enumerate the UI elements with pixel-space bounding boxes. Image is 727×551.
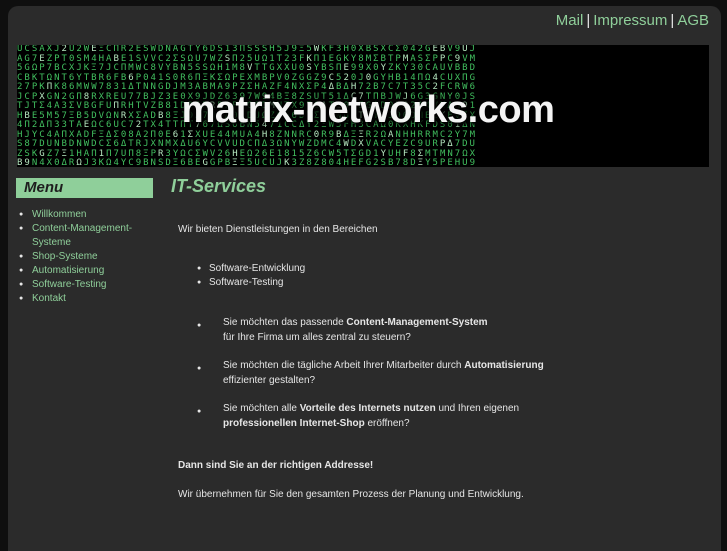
closing-text: Wir übernehmen für Sie den gesamten Proz… <box>178 489 524 500</box>
menu-item-cms: Content-Management-Systeme <box>18 222 153 250</box>
menu-item-kontakt: Kontakt <box>18 292 153 306</box>
question-highlight: Vorteile des Internets nutzen <box>299 403 436 414</box>
menu-link-shop[interactable]: Shop-Systeme <box>32 251 98 262</box>
question-text: eröffnen? <box>364 418 410 429</box>
bullet-icon: ● <box>197 365 202 372</box>
question-highlight: Content-Management-System <box>346 317 488 328</box>
bullet-icon: ● <box>197 322 202 329</box>
menu-link-kontakt[interactable]: Kontakt <box>32 293 66 304</box>
sidebar-menu: Willkommen Content-Management-Systeme Sh… <box>18 208 153 306</box>
services-list: Software-Entwicklung Software-Testing <box>197 262 305 290</box>
impressum-link[interactable]: Impressum <box>593 12 667 29</box>
menu-item-testing: Software-Testing <box>18 278 153 292</box>
intro-text: Wir bieten Dienstleistungen in den Berei… <box>178 224 378 235</box>
menu-link-cms[interactable]: Content-Management-Systeme <box>32 223 132 248</box>
menu-item-automatisierung: Automatisierung <box>18 264 153 278</box>
menu-link-testing[interactable]: Software-Testing <box>32 279 106 290</box>
question-highlight: Automatisierung <box>464 360 544 371</box>
service-item: Software-Entwicklung <box>197 262 305 276</box>
service-item: Software-Testing <box>197 276 305 290</box>
menu-heading: Menu <box>16 178 153 198</box>
link-separator: | <box>586 12 591 29</box>
menu-item-willkommen: Willkommen <box>18 208 153 222</box>
agb-link[interactable]: AGB <box>677 12 709 29</box>
top-links: Mail | Impressum | AGB <box>556 12 709 29</box>
question-text: für Ihre Firma um alles zentral zu steue… <box>223 332 411 343</box>
question-text: Sie möchten die tägliche Arbeit Ihrer Mi… <box>223 360 465 371</box>
question-text: Sie möchten das passende <box>223 317 347 328</box>
page-title: IT-Services <box>171 176 267 196</box>
question-text: effizienter gestalten? <box>223 375 316 386</box>
menu-link-willkommen[interactable]: Willkommen <box>32 209 86 220</box>
menu-link-automatisierung[interactable]: Automatisierung <box>32 265 104 276</box>
call-to-action-text: Dann sind Sie an der richtigen Addresse! <box>178 460 374 471</box>
question-highlight: professionellen Internet-Shop <box>223 418 365 429</box>
main-content: Wir bieten Dienstleistungen in den Berei… <box>178 224 698 500</box>
site-logo-text: matrix-networks.com <box>181 89 555 131</box>
question-text: und Ihren eigenen <box>435 403 520 414</box>
question-text: Sie möchten alle <box>223 403 300 414</box>
bullet-icon: ● <box>197 408 202 415</box>
site-logo: matrix-networks.com <box>17 89 709 132</box>
mail-link[interactable]: Mail <box>556 12 584 29</box>
header-banner: UCSAXJ2U2WEΞCΠR2ESWDNAGTY6DS13ΠSSSH5J9Ξ5… <box>17 45 709 167</box>
link-separator: | <box>670 12 675 29</box>
menu-item-shop: Shop-Systeme <box>18 250 153 264</box>
